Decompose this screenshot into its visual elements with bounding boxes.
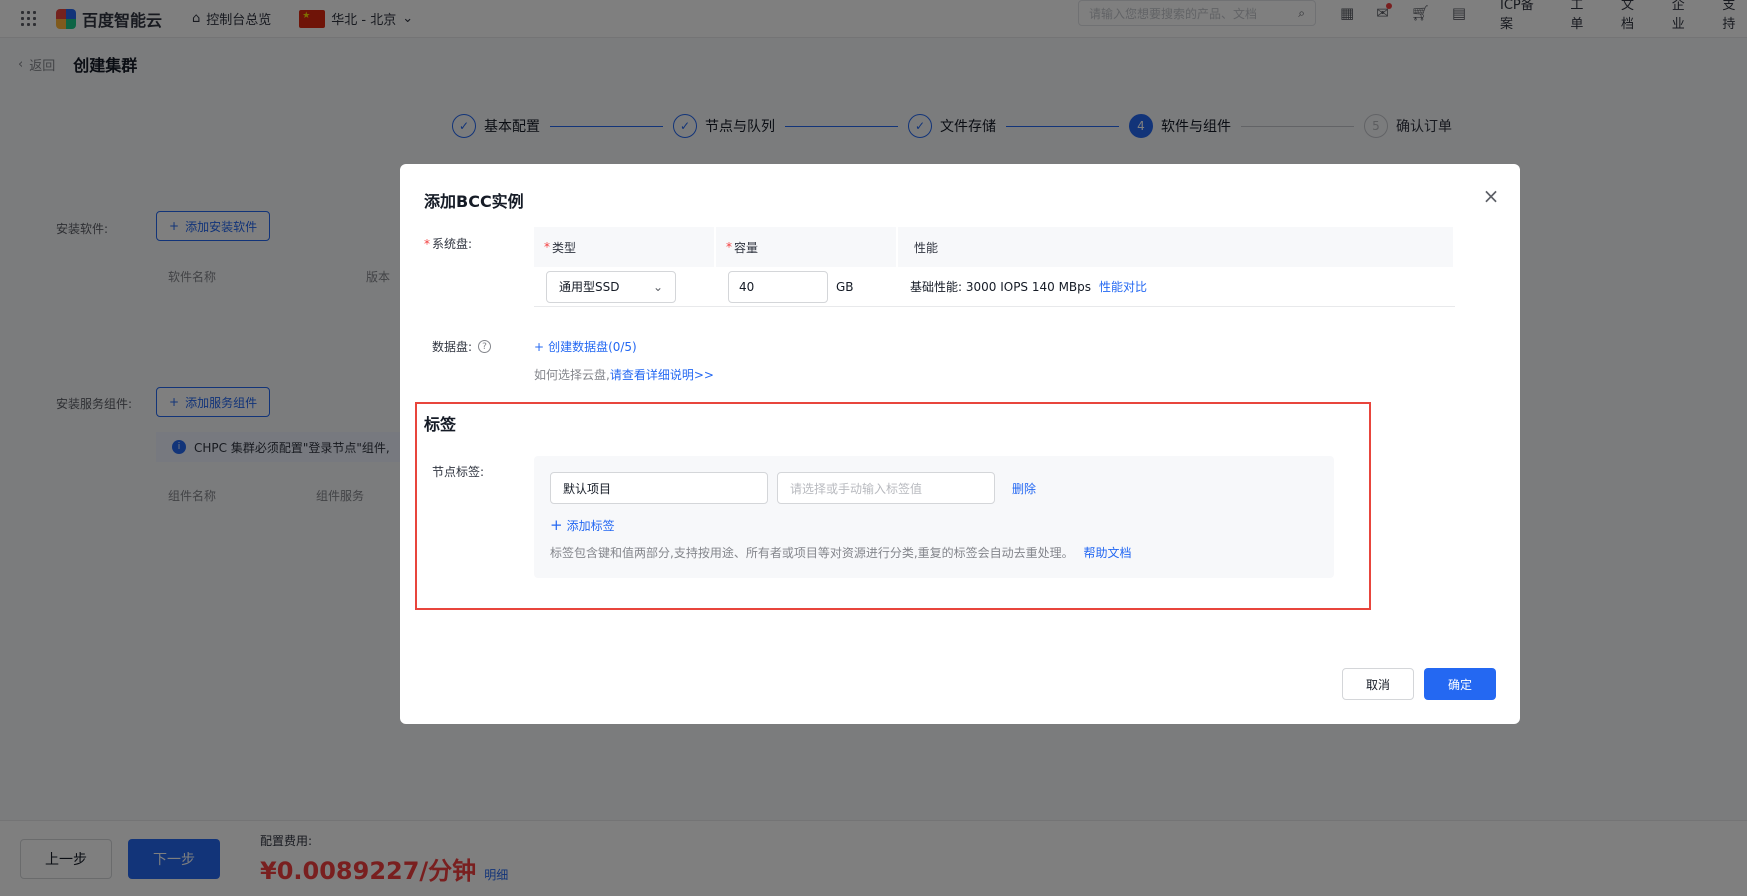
performance-info: 基础性能: 3000 IOPS 140 MBps 性能对比 [910,278,1455,295]
type-header: * 类型 [534,227,716,267]
performance-text: 基础性能: 3000 IOPS 140 MBps [910,280,1092,294]
performance-compare-link[interactable]: 性能对比 [1099,278,1147,295]
tag-delete-link[interactable]: 删除 [1012,480,1036,497]
confirm-button[interactable]: 确定 [1424,668,1496,700]
add-tag-label: 添加标签 [566,518,615,533]
modal-title: 添加BCC实例 [424,192,524,211]
plus-icon: + [534,339,545,354]
add-bcc-instance-modal: 添加BCC实例 × * 系统盘: * 类型 * 容量 性能 通用型SSD ⌄ 40 G… [400,164,1520,724]
data-disk-label: 数据盘: ? [432,338,492,355]
required-mark: * [544,240,550,254]
system-disk-label: * 系统盘: [424,235,472,252]
capacity-header-text: 容量 [734,240,759,255]
tag-value-input[interactable]: 请选择或手动输入标签值 [777,472,995,504]
type-cell: 通用型SSD ⌄ [534,270,716,303]
cancel-button[interactable]: 取消 [1342,668,1414,700]
capacity-cell: 40 GB [716,270,898,303]
tag-panel: 默认项目 请选择或手动输入标签值 删除 + 添加标签 标签包含键和值两部分,支持… [534,456,1334,578]
performance-header-text: 性能 [914,240,939,255]
disk-capacity-input[interactable]: 40 [728,270,828,303]
tag-hint: 标签包含键和值两部分,支持按用途、所有者或项目等对资源进行分类,重复的标签会自动… [550,544,1131,561]
create-data-disk-label: 创建数据盘(0/5) [548,340,637,354]
system-disk-label-text: 系统盘: [432,237,473,251]
performance-cell: 基础性能: 3000 IOPS 140 MBps 性能对比 [898,278,1455,295]
disk-type-value: 通用型SSD [559,280,620,294]
close-icon[interactable]: × [1482,186,1500,206]
required-mark: * [424,237,430,251]
disk-type-select[interactable]: 通用型SSD ⌄ [546,270,676,303]
type-header-text: 类型 [552,240,577,255]
capacity-unit: GB [836,279,854,294]
performance-header: 性能 [898,227,1455,267]
tag-hint-text: 标签包含键和值两部分,支持按用途、所有者或项目等对资源进行分类,重复的标签会自动… [550,546,1074,560]
data-disk-label-text: 数据盘: [432,340,473,354]
node-tag-label: 节点标签: [432,465,485,479]
capacity-header: * 容量 [716,227,898,267]
tag-key-input[interactable]: 默认项目 [550,472,768,504]
help-question-icon[interactable]: ? [478,340,492,353]
disk-table-row: 通用型SSD ⌄ 40 GB 基础性能: 3000 IOPS 140 MBps … [534,267,1455,307]
plus-icon: + [550,516,563,534]
tag-help-doc-link[interactable]: 帮助文档 [1083,546,1131,560]
disk-hint-text: 如何选择云盘, [534,368,610,382]
add-tag-button[interactable]: + 添加标签 [550,516,615,534]
required-mark: * [726,240,732,254]
disk-detail-link[interactable]: 请查看详细说明>> [610,368,714,382]
disk-table-header: * 类型 * 容量 性能 [534,227,1455,267]
chevron-down-icon: ⌄ [652,279,663,294]
create-data-disk-button[interactable]: + 创建数据盘(0/5) [534,338,637,355]
disk-hint: 如何选择云盘,请查看详细说明>> [534,366,714,383]
tag-section-title: 标签 [424,415,457,434]
system-disk-table: * 类型 * 容量 性能 通用型SSD ⌄ 40 GB 基础性能: 3000 IOP… [534,227,1455,307]
